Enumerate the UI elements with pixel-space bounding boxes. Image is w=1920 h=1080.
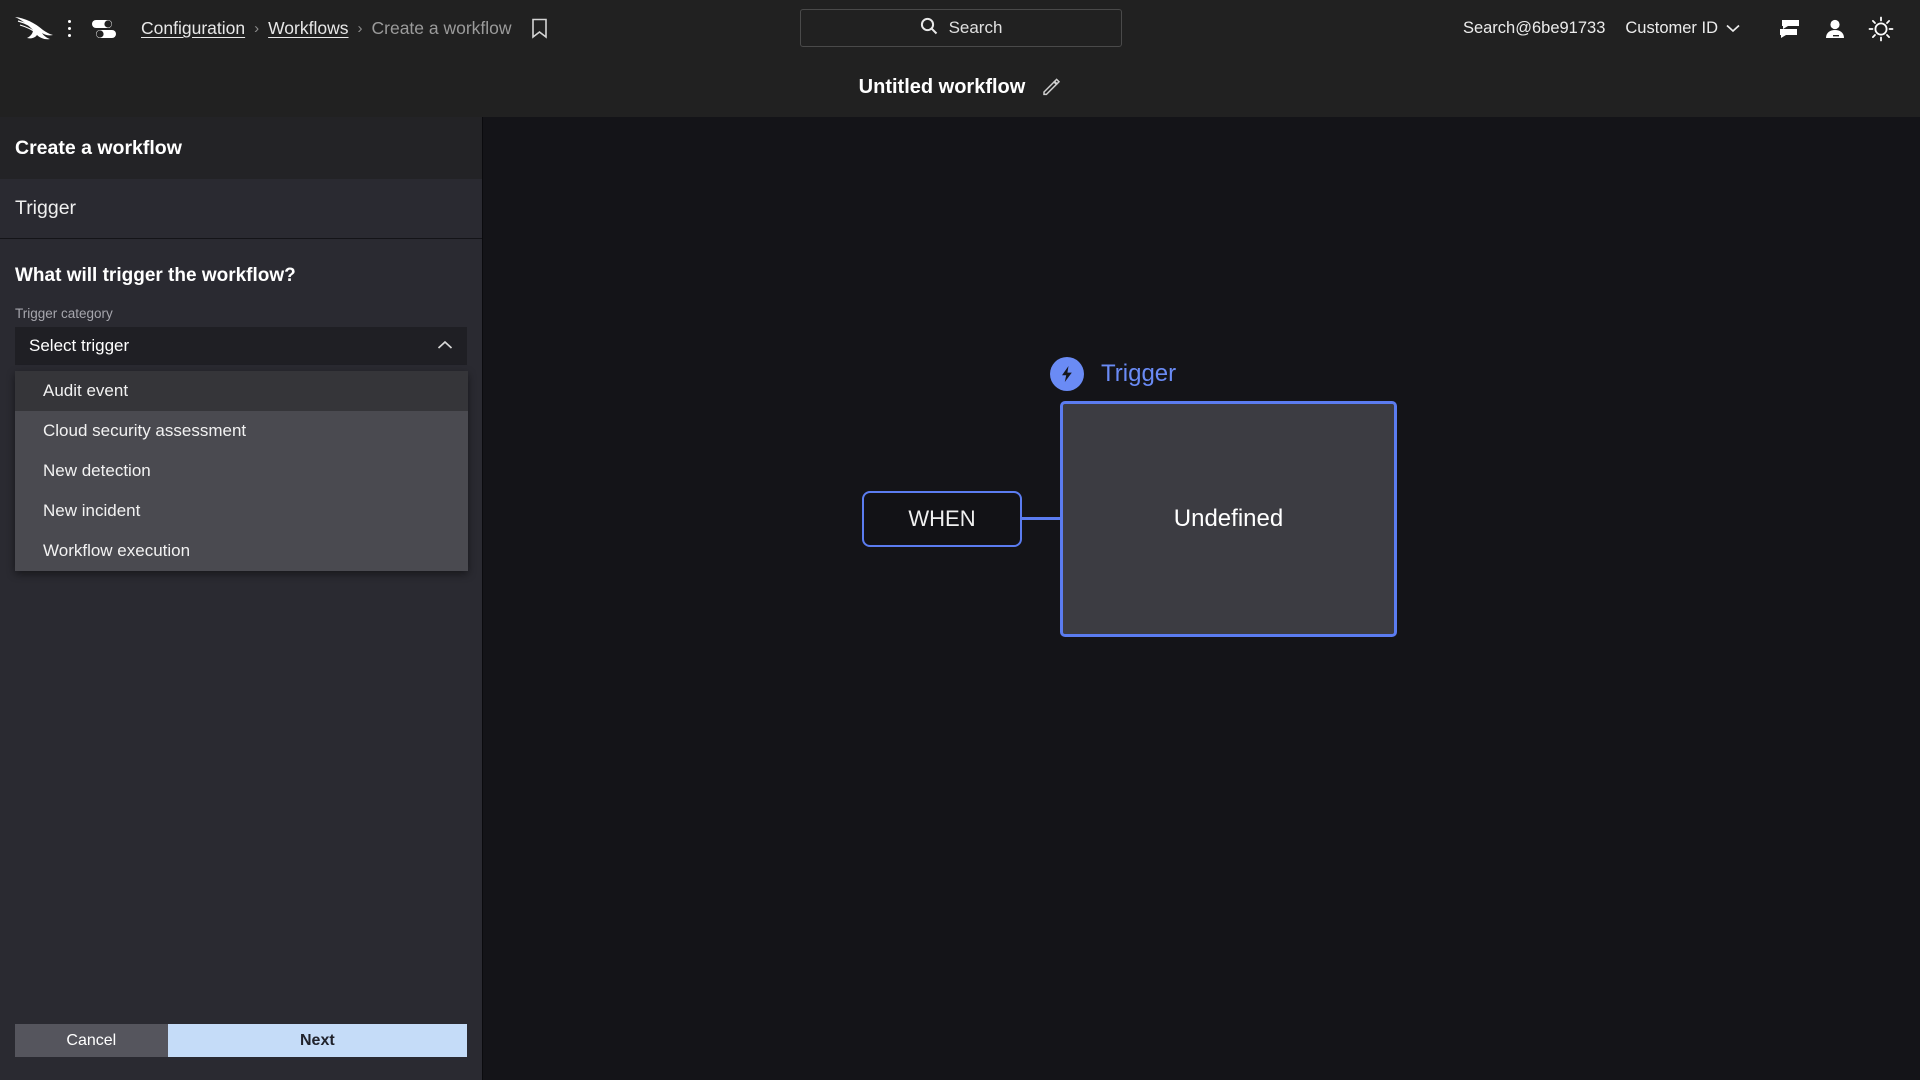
dropdown-option-new-detection[interactable]: New detection [15,451,468,491]
kebab-menu-icon[interactable] [57,14,81,44]
node-connector-line [1022,517,1062,520]
search-icon [920,17,938,40]
panel-title: Create a workflow [0,117,482,179]
trigger-select-value: Select trigger [29,336,130,355]
top-right-actions: Search@6be91733 Customer ID [1463,0,1904,57]
trigger-select-wrapper: Select trigger Audit event Cloud securit… [0,321,482,571]
trigger-category-select[interactable]: Select trigger [15,327,467,365]
customer-id-dropdown[interactable]: Customer ID [1625,19,1740,38]
trigger-question: What will trigger the workflow? [15,265,296,286]
chat-icon[interactable] [1766,0,1812,57]
workflow-subheader: Untitled workflow [0,57,1920,117]
panel-step-trigger[interactable]: Trigger [0,179,482,239]
crowdstrike-falcon-logo-icon[interactable] [13,14,57,44]
panel-body: What will trigger the workflow? Trigger … [0,239,482,1024]
customer-id-label: Customer ID [1625,19,1718,37]
chevron-down-icon [1726,19,1740,38]
chevron-up-icon [437,337,453,355]
search-input[interactable]: Search [800,9,1122,47]
app-switcher-icon[interactable] [85,14,123,44]
logo-zone [0,14,123,44]
when-node[interactable]: WHEN [862,491,1022,547]
panel-footer: Cancel Next [0,1024,482,1080]
pencil-edit-icon[interactable] [1041,77,1061,97]
dropdown-option-workflow-execution[interactable]: Workflow execution [15,531,468,571]
bookmark-icon[interactable] [531,18,548,39]
breadcrumb-item-workflows[interactable]: Workflows [268,18,348,39]
trigger-category-label: Trigger category [15,306,113,321]
lightning-bolt-icon [1050,357,1084,391]
next-button[interactable]: Next [167,1024,467,1057]
trigger-options-dropdown: Audit event Cloud security assessment Ne… [15,371,468,571]
theme-brightness-icon[interactable] [1858,0,1904,57]
breadcrumb-item-current: Create a workflow [371,18,512,38]
cancel-button[interactable]: Cancel [15,1024,168,1057]
breadcrumb: Configuration › Workflows › Create a wor… [141,18,548,39]
breadcrumb-separator: › [357,20,363,37]
top-navigation-bar: Configuration › Workflows › Create a wor… [0,0,1920,57]
search-placeholder: Search [948,18,1003,37]
dropdown-option-audit-event[interactable]: Audit event [15,371,468,411]
page-title: Untitled workflow [858,75,1026,98]
dropdown-option-cloud-security-assessment[interactable]: Cloud security assessment [15,411,468,451]
user-icon[interactable] [1812,0,1858,57]
trigger-node-label: Trigger [1101,360,1177,387]
breadcrumb-item-configuration[interactable]: Configuration [141,18,245,39]
dropdown-option-new-incident[interactable]: New incident [15,491,468,531]
create-workflow-panel: Create a workflow Trigger What will trig… [0,117,483,1080]
undefined-trigger-node[interactable]: Undefined [1060,401,1397,637]
trigger-node-header: Trigger [1050,357,1176,391]
breadcrumb-separator: › [254,20,260,37]
workflow-canvas[interactable]: Trigger WHEN Undefined [484,117,1920,1080]
tenant-id-label: Search@6be91733 [1462,19,1606,37]
